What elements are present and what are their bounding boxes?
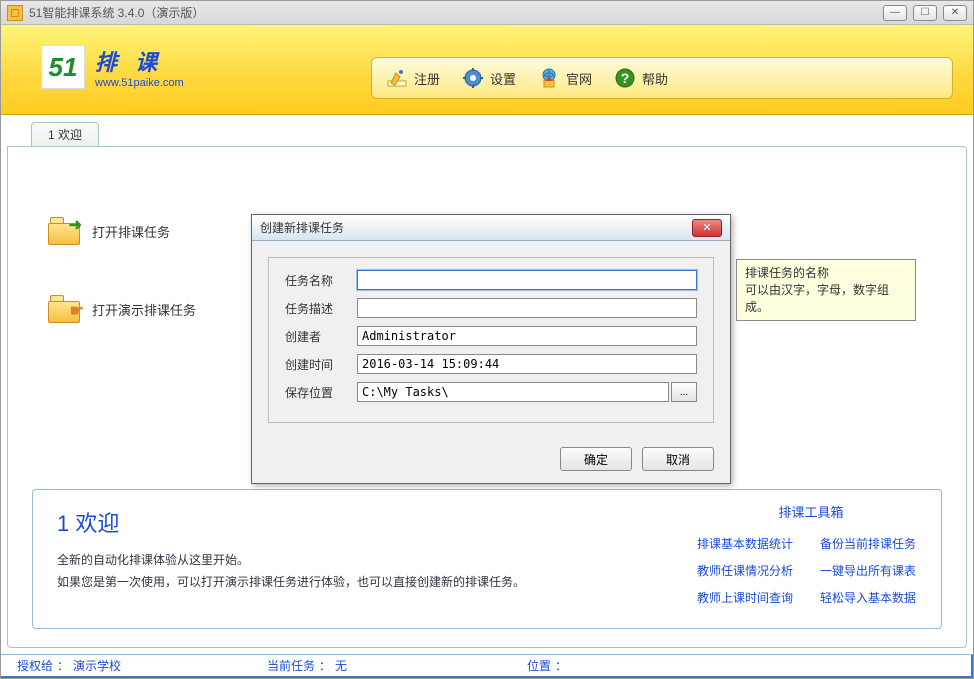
tools-section: 排课工具箱 排课基本数据统计 备份当前排课任务 教师任课情况分析 一键导出所有课… xyxy=(681,490,941,628)
toolbar-register[interactable]: 注册 xyxy=(386,67,440,89)
task-name-input[interactable] xyxy=(357,270,697,290)
task-desc-input[interactable] xyxy=(357,298,697,318)
create-time-input[interactable] xyxy=(357,354,697,374)
folder-open-icon: ➜ xyxy=(48,217,80,245)
status-pos-label: 位置 xyxy=(527,657,551,674)
welcome-title: 1 欢迎 xyxy=(57,506,657,538)
folder-demo-icon: ☛ xyxy=(48,295,80,323)
statusbar: 授权给：演示学校 当前任务：无 位置： xyxy=(1,654,973,678)
titlebar: 51智能排课系统 3.4.0（演示版） — ☐ ✕ xyxy=(1,1,973,25)
app-window: 51智能排课系统 3.4.0（演示版） — ☐ ✕ 51 排 课 www.51p… xyxy=(0,0,974,679)
welcome-line2: 如果您是第一次使用，可以打开演示排课任务进行体验，也可以直接创建新的排课任务。 xyxy=(57,572,657,594)
side-links: ➜ 打开排课任务 ☛ 打开演示排课任务 xyxy=(48,217,196,323)
save-path-input[interactable] xyxy=(357,382,669,402)
status-task-label: 当前任务 xyxy=(267,657,315,674)
toolbar-settings-label: 设置 xyxy=(490,69,516,88)
cancel-button[interactable]: 取消 xyxy=(642,447,714,471)
tool-link-stats[interactable]: 排课基本数据统计 xyxy=(697,535,802,552)
toolbar-register-label: 注册 xyxy=(414,69,440,88)
tool-link-export[interactable]: 一键导出所有课表 xyxy=(820,562,925,579)
save-path-label: 保存位置 xyxy=(285,384,357,401)
tabs-area: 1 欢迎 xyxy=(1,115,973,145)
open-task-link[interactable]: ➜ 打开排课任务 xyxy=(48,217,196,245)
ok-button[interactable]: 确定 xyxy=(560,447,632,471)
logo-url: www.51paike.com xyxy=(95,77,184,89)
browse-button[interactable]: ... xyxy=(671,382,697,402)
status-task-value: 无 xyxy=(335,657,347,674)
toolbar-settings[interactable]: 设置 xyxy=(462,67,516,89)
tab-welcome[interactable]: 1 欢迎 xyxy=(31,122,99,146)
open-task-label: 打开排课任务 xyxy=(92,222,170,241)
status-auth-label: 授权给 xyxy=(17,657,53,674)
globe-icon xyxy=(538,67,560,89)
welcome-section: 1 欢迎 全新的自动化排课体验从这里开始。 如果您是第一次使用，可以打开演示排课… xyxy=(33,490,681,628)
logo-title: 排 课 xyxy=(95,45,184,77)
titlebar-text: 51智能排课系统 3.4.0（演示版） xyxy=(29,4,204,21)
task-desc-label: 任务描述 xyxy=(285,300,357,317)
app-icon xyxy=(7,5,23,21)
open-demo-task-label: 打开演示排课任务 xyxy=(92,300,196,319)
toolbar-website[interactable]: 官网 xyxy=(538,67,592,89)
dialog-title: 创建新排课任务 xyxy=(260,219,344,236)
creator-label: 创建者 xyxy=(285,328,357,345)
svg-text:?: ? xyxy=(621,70,630,86)
tooltip-line2: 可以由汉字，字母，数字组成。 xyxy=(745,282,907,316)
maximize-button[interactable]: ☐ xyxy=(913,5,937,21)
creator-input[interactable] xyxy=(357,326,697,346)
tool-link-teacher-assign[interactable]: 教师任课情况分析 xyxy=(697,562,802,579)
open-demo-task-link[interactable]: ☛ 打开演示排课任务 xyxy=(48,295,196,323)
toolbar-help[interactable]: ? 帮助 xyxy=(614,67,668,89)
tool-link-backup[interactable]: 备份当前排课任务 xyxy=(820,535,925,552)
dialog-fieldset: 任务名称 任务描述 创建者 创建时间 保存位置 xyxy=(268,257,714,423)
bottom-panel: 1 欢迎 全新的自动化排课体验从这里开始。 如果您是第一次使用，可以打开演示排课… xyxy=(32,489,942,629)
gear-icon xyxy=(462,67,484,89)
toolbar-help-label: 帮助 xyxy=(642,69,668,88)
create-task-dialog: 创建新排课任务 ✕ 任务名称 任务描述 创建者 创建时间 xyxy=(251,214,731,484)
dialog-titlebar: 创建新排课任务 ✕ xyxy=(252,215,730,241)
register-icon xyxy=(386,67,408,89)
minimize-button[interactable]: — xyxy=(883,5,907,21)
toolbar: 注册 设置 官网 ? 帮助 xyxy=(371,57,953,99)
task-name-tooltip: 排课任务的名称 可以由汉字，字母，数字组成。 xyxy=(736,259,916,321)
tool-link-import[interactable]: 轻松导入基本数据 xyxy=(820,589,925,606)
logo: 51 排 课 www.51paike.com xyxy=(41,45,184,89)
tool-link-teacher-time[interactable]: 教师上课时间查询 xyxy=(697,589,802,606)
tooltip-line1: 排课任务的名称 xyxy=(745,265,907,282)
toolbar-website-label: 官网 xyxy=(566,69,592,88)
tab-label: 1 欢迎 xyxy=(48,126,82,143)
logo-badge: 51 xyxy=(41,45,85,89)
dialog-close-button[interactable]: ✕ xyxy=(692,219,722,237)
create-time-label: 创建时间 xyxy=(285,356,357,373)
close-button[interactable]: ✕ xyxy=(943,5,967,21)
welcome-line1: 全新的自动化排课体验从这里开始。 xyxy=(57,550,657,572)
tools-title: 排课工具箱 xyxy=(697,502,925,521)
help-icon: ? xyxy=(614,67,636,89)
header: 51 排 课 www.51paike.com 注册 设置 xyxy=(1,25,973,115)
task-name-label: 任务名称 xyxy=(285,272,357,289)
status-auth-value: 演示学校 xyxy=(73,657,121,674)
